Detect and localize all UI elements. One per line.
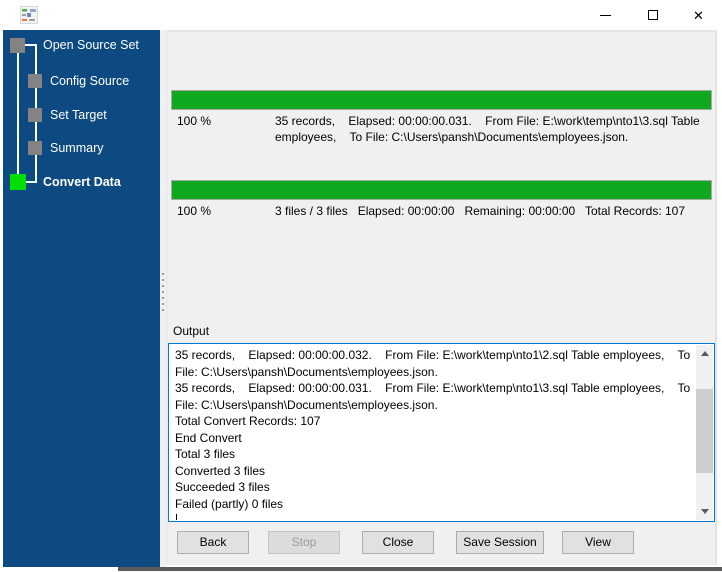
splitter-grip-icon: [162, 285, 164, 287]
log-caret-line: [175, 512, 694, 520]
stop-button: Stop: [268, 531, 340, 554]
log-line: Converted 3 files: [175, 463, 266, 478]
log-line: Total 3 files: [175, 447, 236, 461]
file-progress-detail: 35 records, Elapsed: 00:00:00.031. From …: [275, 114, 704, 144]
splitter-grip-icon: [162, 279, 164, 281]
sidebar-item-summary[interactable]: Summary: [50, 141, 103, 156]
file-progress-bar: [171, 90, 712, 110]
view-button[interactable]: View: [562, 531, 634, 554]
output-log-box[interactable]: 35 records, Elapsed: 00:00:00.032. From …: [168, 343, 715, 522]
file-progress-status: 100 % 35 records, Elapsed: 00:00:00.031. …: [177, 113, 713, 145]
step-marker-summary: [28, 141, 42, 155]
save-session-button[interactable]: Save Session: [456, 531, 544, 554]
step-connector-line: [26, 181, 36, 183]
close-window-button[interactable]: ✕: [676, 0, 721, 30]
splitter-grip-icon: [162, 273, 164, 275]
step-marker-set-target: [28, 108, 42, 122]
file-progress-fill: [172, 91, 711, 109]
scroll-up-icon: [700, 351, 709, 356]
sidebar-item-open-source-set[interactable]: Open Source Set: [43, 38, 139, 53]
step-connector-line: [17, 53, 19, 174]
output-label: Output: [173, 324, 210, 338]
total-progress-fill: [172, 181, 711, 199]
splitter-grip-icon: [162, 297, 164, 299]
step-marker-config-source: [28, 74, 42, 88]
file-progress-percent: 100 %: [177, 114, 212, 128]
log-line: Total Convert Records: 107: [175, 414, 321, 428]
log-line: 35 records, Elapsed: 00:00:00.032. From …: [175, 348, 694, 379]
close-button[interactable]: Close: [362, 531, 434, 554]
wizard-sidebar: Open Source Set Config Source Set Target…: [3, 30, 160, 567]
maximize-icon: [647, 10, 658, 20]
maximize-button[interactable]: [630, 0, 675, 30]
close-icon: ✕: [693, 7, 704, 23]
sidebar-item-convert-data[interactable]: Convert Data: [43, 175, 121, 190]
scroll-up-button[interactable]: [696, 345, 713, 362]
convert-panel: 100 % 35 records, Elapsed: 00:00:00.031. …: [166, 30, 717, 565]
total-progress-detail: 3 files / 3 files Elapsed: 00:00:00 Rema…: [275, 204, 686, 218]
scroll-down-button[interactable]: [696, 503, 713, 520]
app-window: ✕ Open Source Set Config Source Set Targ…: [0, 0, 722, 572]
log-line: 35 records, Elapsed: 00:00:00.031. From …: [175, 381, 694, 412]
total-progress-status: 100 % 3 files / 3 files Elapsed: 00:00:00…: [177, 203, 713, 219]
total-progress-bar: [171, 180, 712, 200]
output-log-text: 35 records, Elapsed: 00:00:00.032. From …: [170, 345, 695, 520]
app-icon: [20, 6, 38, 24]
splitter-grip-icon: [162, 303, 164, 305]
minimize-icon: [600, 14, 611, 16]
total-progress-percent: 100 %: [177, 204, 212, 218]
step-marker-open-source-set: [10, 38, 25, 53]
log-line: Succeeded 3 files: [175, 480, 270, 494]
log-line: End Convert: [175, 430, 242, 445]
output-scrollbar[interactable]: [696, 345, 713, 520]
scroll-down-icon: [700, 509, 709, 514]
title-bar[interactable]: ✕: [0, 0, 722, 30]
step-marker-convert-data-active: [10, 174, 26, 190]
log-line: Failed (partly) 0 files: [175, 496, 284, 511]
minimize-button[interactable]: [583, 0, 628, 30]
splitter-grip-icon: [162, 309, 164, 311]
text-caret: [176, 514, 177, 520]
sidebar-item-config-source[interactable]: Config Source: [50, 74, 129, 89]
scrollbar-thumb[interactable]: [696, 389, 713, 473]
sidebar-item-set-target[interactable]: Set Target: [50, 108, 107, 123]
splitter-grip-icon: [162, 291, 164, 293]
window-bottom-border: [118, 567, 722, 571]
back-button[interactable]: Back: [177, 531, 249, 554]
